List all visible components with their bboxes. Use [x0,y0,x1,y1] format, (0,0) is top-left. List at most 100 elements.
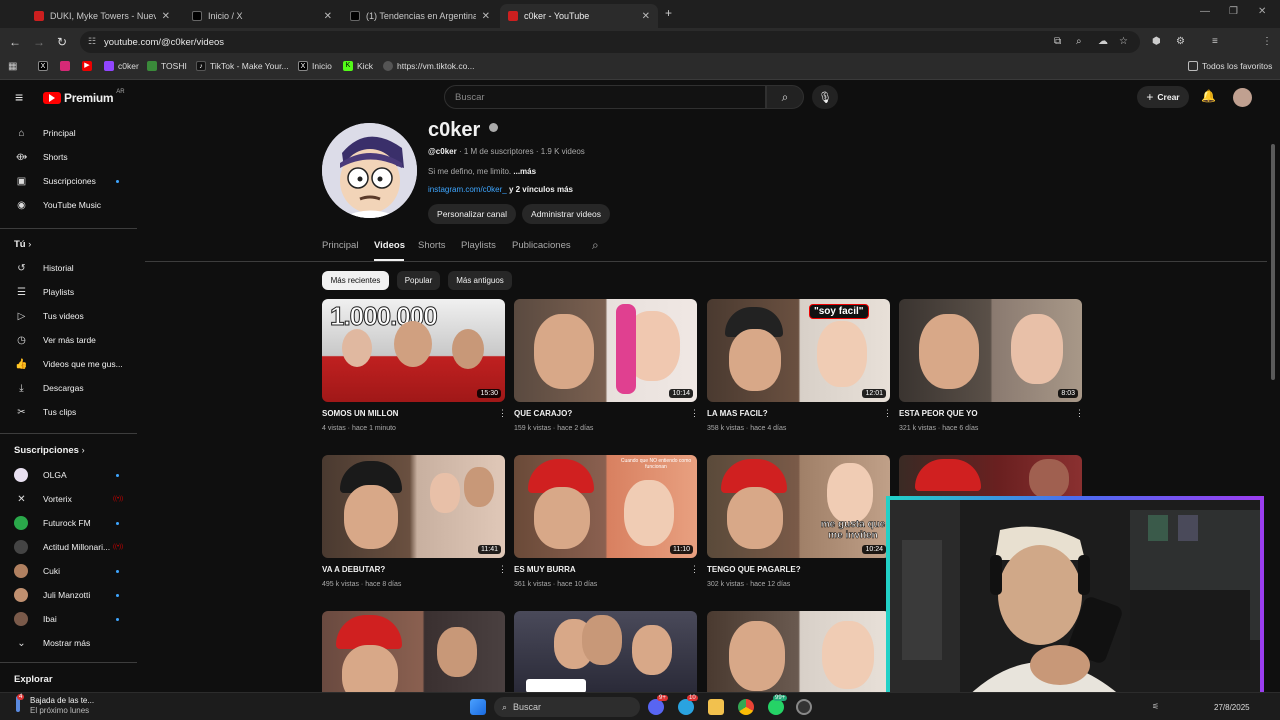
search-button[interactable]: ⌕ [766,85,804,109]
browser-tab[interactable]: Inicio / X ✕ [184,4,340,28]
video-thumbnail[interactable]: Cuando que NO entiendo como funcionan 11… [514,455,697,558]
apps-grid-icon[interactable]: ▦ [8,61,17,72]
sidebar-sub-vorterix[interactable]: ✕ Vorterix ((•)) [0,488,137,510]
video-thumbnail[interactable]: "soy facil" 12:01 [707,299,890,402]
tab-videos[interactable]: Videos [374,240,405,251]
close-icon[interactable]: ✕ [482,11,490,22]
video-thumbnail[interactable]: 1.000.000 15:30 [322,299,505,402]
discord-icon[interactable] [648,699,664,715]
sidebar-subscriptions-header[interactable]: Suscripciones › [14,445,85,456]
bookmark-kick[interactable]: K Kick [343,61,373,71]
sidebar-item-subscriptions[interactable]: ▣ Suscripciones [0,170,137,192]
page-scrollbar[interactable] [1271,144,1275,380]
bookmark-x[interactable]: X [38,61,48,71]
more-options-icon[interactable]: ⋮ [1075,408,1084,419]
create-button[interactable]: + Crear [1137,86,1189,108]
more-options-icon[interactable]: ⋮ [498,564,507,575]
sidebar-sub-cuki[interactable]: Cuki [0,560,137,582]
new-tab-icon[interactable]: + [665,6,672,20]
video-title[interactable]: VA A DEBUTAR? [322,565,385,574]
bookmark-instagram[interactable] [60,61,70,71]
network-icon[interactable]: ⚟ [1152,702,1159,711]
more-options-icon[interactable]: ⋮ [883,408,892,419]
url-field[interactable]: ☷ youtube.com/@c0ker/videos [80,31,1140,53]
video-thumbnail[interactable] [707,611,890,692]
channel-avatar-large[interactable] [322,123,417,218]
manage-videos-button[interactable]: Administrar videos [522,204,610,224]
taskbar-search[interactable]: ⌕ Buscar [494,697,640,717]
more-options-icon[interactable]: ⋮ [690,408,699,419]
sidebar-you-header[interactable]: Tú › [14,239,31,250]
window-close-icon[interactable]: ✕ [1258,6,1266,17]
more-options-icon[interactable]: ⋮ [690,564,699,575]
video-title[interactable]: ES MUY BURRA [514,565,576,574]
bookmark-twitch[interactable]: c0ker [104,61,139,71]
sidebar-sub-ibai[interactable]: Ibai [0,608,137,630]
sidebar-item-youtube-music[interactable]: ◉ YouTube Music [0,194,137,216]
video-title[interactable]: LA MAS FACIL? [707,409,768,418]
voice-search-button[interactable]: 🎙 [812,85,838,109]
whatsapp-icon[interactable] [768,699,784,715]
sidebar-item-downloads[interactable]: ⤓ Descargas [0,377,137,399]
sidebar-sub-actitud[interactable]: Actitud Millonari... ((•)) [0,536,137,558]
hamburger-menu-icon[interactable]: ≡ [15,89,23,105]
zoom-icon[interactable]: ⌕ [1076,36,1082,47]
notifications-bell-icon[interactable]: 🔔 [1201,89,1216,103]
search-input[interactable]: Buscar [444,85,766,109]
site-info-icon[interactable]: ☷ [88,36,96,47]
channel-description[interactable]: Si me defino, me limito. ...más [428,167,536,176]
chrome-icon[interactable] [738,699,754,715]
obs-icon[interactable] [796,699,812,715]
video-title[interactable]: ESTA PEOR QUE YO [899,409,978,418]
instagram-link[interactable]: instagram.com/c0ker_ [428,185,507,194]
video-thumbnail[interactable]: 8:03 [899,299,1082,402]
browser-tab-active[interactable]: c0ker - YouTube ✕ [500,4,658,28]
video-thumbnail[interactable]: 11:41 [322,455,505,558]
sidebar-sub-olga[interactable]: OLGA [0,464,137,486]
youtube-premium-logo[interactable]: Premium AR [43,89,125,105]
tab-publicaciones[interactable]: Publicaciones [512,240,571,251]
install-icon[interactable]: ⧉ [1054,36,1061,47]
sidebar-item-watch-later[interactable]: ◷ Ver más tarde [0,329,137,351]
sidebar-sub-juli[interactable]: Juli Manzotti [0,584,137,606]
forward-icon[interactable]: → [33,35,45,49]
reading-list-icon[interactable]: ≡ [1212,36,1218,47]
bookmark-star-icon[interactable]: ☆ [1119,36,1128,47]
bookmark-inicio[interactable]: X Inicio [298,61,332,71]
bookmark-toshi[interactable]: TOSHI [147,61,187,71]
chip-popular[interactable]: Popular [397,271,440,290]
browser-tab[interactable]: DUKI, Myke Towers - Nueva Era ✕ [26,4,178,28]
video-thumbnail[interactable] [322,611,505,692]
file-explorer-icon[interactable] [708,699,724,715]
more-links[interactable]: y 2 vínculos más [509,185,573,194]
chip-most-recent[interactable]: Más recientes [322,271,389,290]
video-thumbnail[interactable]: me gusta que me inviten 10:24 [707,455,890,558]
video-title[interactable]: QUE CARAJO? [514,409,572,418]
sidebar-item-shorts[interactable]: ⟴ Shorts [0,146,137,168]
sidebar-item-your-videos[interactable]: ▷ Tus videos [0,305,137,327]
close-icon[interactable]: ✕ [642,11,650,22]
customize-channel-button[interactable]: Personalizar canal [428,204,516,224]
bookmark-tiktok[interactable]: ♪ TikTok - Make Your... [196,61,289,71]
tab-principal[interactable]: Principal [322,240,358,251]
taskbar-date[interactable]: 27/8/2025 [1214,703,1250,712]
restore-icon[interactable]: ❐ [1229,6,1238,17]
menu-kebab-icon[interactable]: ⋮ [1262,36,1272,47]
cast-icon[interactable]: ☁ [1098,36,1108,47]
taskbar-notification[interactable]: 4 Bajada de las te... El próximo lunes [12,694,94,716]
telegram-icon[interactable] [678,699,694,715]
reload-icon[interactable]: ↻ [57,35,67,49]
sidebar-item-history[interactable]: ↺ Historial [0,257,137,279]
channel-search-icon[interactable]: ⌕ [592,238,599,253]
bookmark-youtube[interactable]: ▶ [82,61,92,71]
windows-start-icon[interactable] [470,699,486,715]
minimize-icon[interactable]: — [1200,6,1210,17]
account-avatar[interactable] [1233,88,1252,107]
sidebar-item-clips[interactable]: ✂ Tus clips [0,401,137,423]
extension-shield-icon[interactable]: ⬢ [1152,36,1161,47]
bookmark-tiktok-link[interactable]: https://vm.tiktok.co... [383,61,474,71]
close-icon[interactable]: ✕ [324,11,332,22]
chip-oldest[interactable]: Más antiguos [448,271,512,290]
browser-tab[interactable]: (1) Tendencias en Argentina en ✕ [342,4,498,28]
video-title[interactable]: TENGO QUE PAGARLE? [707,565,801,574]
